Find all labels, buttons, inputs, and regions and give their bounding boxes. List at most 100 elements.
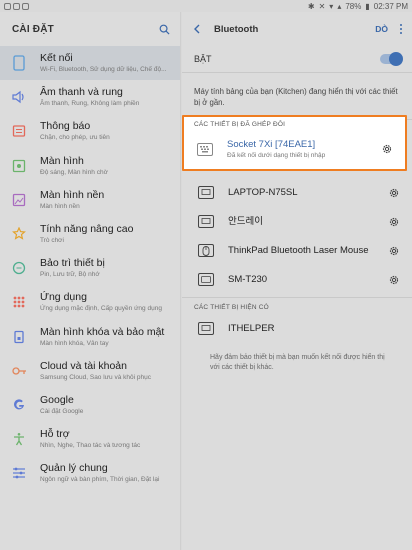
settings-item-label: Màn hình khóa và bảo mật — [40, 325, 165, 338]
paired-devices-header: CÁC THIẾT BỊ ĐÃ GHÉP ĐÔI — [194, 120, 286, 128]
cloud-key-icon — [10, 362, 28, 380]
clock: 02:37 PM — [373, 1, 408, 11]
settings-item-label: Quản lý chung — [40, 462, 108, 475]
lock-screen-icon — [10, 328, 28, 346]
notification-icon — [4, 2, 11, 10]
settings-item-label: Bảo trì thiết bị — [40, 257, 105, 270]
battery-icon: ▮ — [365, 1, 370, 11]
settings-item-label: Cloud và tài khoản — [40, 359, 127, 372]
divider — [182, 297, 412, 298]
status-bar: ✱ ✕ ▾ ▴ 78% ▮ 02:37 PM — [0, 0, 412, 12]
settings-item[interactable]: Màn hình nền Màn hình nền — [0, 183, 180, 217]
settings-item-label: Tính năng nâng cao — [40, 223, 134, 236]
settings-item[interactable]: Hỗ trợ Nhìn, Nghe, Thao tác và tương tác — [0, 422, 180, 456]
bluetooth-header: Bluetooth DÒ — [182, 12, 412, 46]
wifi-icon: ▾ — [329, 1, 334, 11]
settings-item-text: Màn hình khóa và bảo mật Màn hình khóa, V… — [40, 326, 175, 348]
scan-button[interactable]: DÒ — [375, 24, 388, 34]
bluetooth-status-icon: ✱ — [307, 1, 315, 11]
settings-item[interactable]: Tính năng nâng cao Trò chơi — [0, 217, 180, 251]
google-icon — [10, 396, 28, 414]
device-name: SM-T230 — [228, 273, 268, 285]
available-device-row[interactable]: ITHELPER — [182, 314, 412, 343]
wallpaper-icon — [10, 191, 28, 209]
settings-list: Kết nối Wi-Fi, Bluetooth, Sử dụng dữ liệu… — [0, 46, 180, 490]
settings-item-subtitle: Âm thanh, Rung, Không làm phiền — [40, 100, 140, 108]
settings-item-subtitle: Màn hình nền — [40, 202, 80, 210]
device-status: Đã kết nối dưới dạng thiết bị nhập — [227, 151, 326, 159]
settings-item-text: Google Cài đặt Google — [40, 394, 175, 416]
gear-icon[interactable] — [387, 244, 400, 257]
hint-text: Hãy đảm bảo thiết bị mà bạn muốn kết nối… — [210, 354, 385, 371]
available-devices-list: ITHELPER — [182, 314, 412, 343]
settings-item-subtitle: Wi-Fi, Bluetooth, Sử dụng dữ liệu, Chế đ… — [40, 66, 167, 74]
advanced-features-icon — [10, 225, 28, 243]
paired-device-row[interactable]: SM-T230 — [182, 265, 412, 294]
page-title: CÀI ĐẶT — [12, 23, 54, 35]
settings-item-label: Màn hình — [40, 154, 84, 167]
tablet-icon — [198, 273, 214, 286]
paired-device-row[interactable]: Socket 7Xi [74EAE1] Đã kết nối dưới dạng… — [184, 131, 405, 167]
mute-icon: ✕ — [318, 1, 326, 11]
settings-item-text: Hỗ trợ Nhìn, Nghe, Thao tác và tương tác — [40, 428, 175, 450]
settings-item-subtitle: Ứng dụng mặc định, Cấp quyền ứng dụng — [40, 305, 162, 313]
gear-icon[interactable] — [387, 273, 400, 286]
display-icon — [10, 157, 28, 175]
settings-header: CÀI ĐẶT — [0, 12, 180, 46]
device-text: ThinkPad Bluetooth Laser Mouse — [228, 245, 387, 257]
settings-item-subtitle: Nhìn, Nghe, Thao tác và tương tác — [40, 442, 141, 450]
settings-item-label: Thông báo — [40, 120, 91, 133]
notifications-icon — [10, 122, 28, 140]
settings-item-label: Hỗ trợ — [40, 428, 70, 441]
settings-item[interactable]: Bảo trì thiết bị Pin, Lưu trữ, Bộ nhớ — [0, 251, 180, 285]
settings-item-subtitle: Ngôn ngữ và bàn phím, Thời gian, Đặt lại — [40, 476, 160, 484]
laptop-icon — [198, 322, 214, 335]
bluetooth-toggle-row[interactable]: BẬT — [182, 46, 412, 72]
device-text: 안드레이 — [228, 216, 387, 228]
laptop-icon — [198, 186, 214, 199]
mouse-icon — [198, 244, 214, 257]
search-icon[interactable] — [159, 24, 170, 35]
settings-item[interactable]: Màn hình Độ sáng, Màn hình chờ — [0, 149, 180, 183]
device-name: ITHELPER — [228, 322, 275, 334]
settings-item[interactable]: Cloud và tài khoản Samsung Cloud, Sao lưu… — [0, 354, 180, 388]
settings-item[interactable]: Thông báo Chặn, cho phép, ưu tiên — [0, 114, 180, 148]
settings-item[interactable]: Âm thanh và rung Âm thanh, Rung, Không là… — [0, 80, 180, 114]
paired-device-row[interactable]: LAPTOP-N75SL — [182, 178, 412, 207]
notification-icons — [4, 2, 29, 10]
accessibility-icon — [10, 430, 28, 448]
bluetooth-title: Bluetooth — [214, 23, 259, 35]
gear-icon[interactable] — [387, 186, 400, 199]
gear-icon[interactable] — [380, 143, 393, 156]
settings-item[interactable]: Google Cài đặt Google — [0, 388, 180, 422]
settings-item[interactable]: Ứng dụng Ứng dụng mặc định, Cấp quyền ứng… — [0, 285, 180, 319]
settings-item[interactable]: Màn hình khóa và bảo mật Màn hình khóa, V… — [0, 320, 180, 354]
device-name: Socket 7Xi [74EAE1] — [227, 138, 316, 150]
settings-item-text: Quản lý chung Ngôn ngữ và bàn phím, Thời … — [40, 462, 175, 484]
paired-device-row[interactable]: ThinkPad Bluetooth Laser Mouse — [182, 236, 412, 265]
settings-item-text: Cloud và tài khoản Samsung Cloud, Sao lưu… — [40, 360, 175, 382]
notification-icon — [13, 2, 20, 10]
settings-item-text: Ứng dụng Ứng dụng mặc định, Cấp quyền ứng… — [40, 291, 175, 313]
bluetooth-toggle-switch[interactable] — [380, 52, 403, 66]
device-name: LAPTOP-N75SL — [228, 186, 298, 198]
settings-item-text: Màn hình Độ sáng, Màn hình chờ — [40, 155, 175, 177]
device-text: SM-T230 — [228, 274, 387, 286]
bluetooth-pane: Bluetooth DÒ BẬT Máy tính bảng của bạn (… — [182, 12, 412, 550]
settings-item-subtitle: Cài đặt Google — [40, 407, 84, 415]
device-text: LAPTOP-N75SL — [228, 187, 387, 199]
signal-icon: ▴ — [337, 1, 342, 11]
settings-item-label: Màn hình nền — [40, 188, 105, 201]
paired-device-row[interactable]: 안드레이 — [182, 207, 412, 236]
gear-icon[interactable] — [387, 215, 400, 228]
back-arrow-icon[interactable] — [190, 22, 204, 36]
settings-item-subtitle: Chặn, cho phép, ưu tiên — [40, 134, 110, 142]
sound-icon — [10, 88, 28, 106]
apps-icon — [10, 293, 28, 311]
notification-icon — [22, 2, 29, 10]
device-text: Socket 7Xi [74EAE1] Đã kết nối dưới dạng… — [227, 139, 380, 160]
more-options-icon[interactable] — [398, 24, 404, 34]
settings-item[interactable]: Quản lý chung Ngôn ngữ và bàn phím, Thời … — [0, 456, 180, 490]
highlighted-paired-device: CÁC THIẾT BỊ ĐÃ GHÉP ĐÔI Socket 7Xi [74E… — [182, 115, 407, 171]
settings-item[interactable]: Kết nối Wi-Fi, Bluetooth, Sử dụng dữ liệu… — [0, 46, 180, 81]
